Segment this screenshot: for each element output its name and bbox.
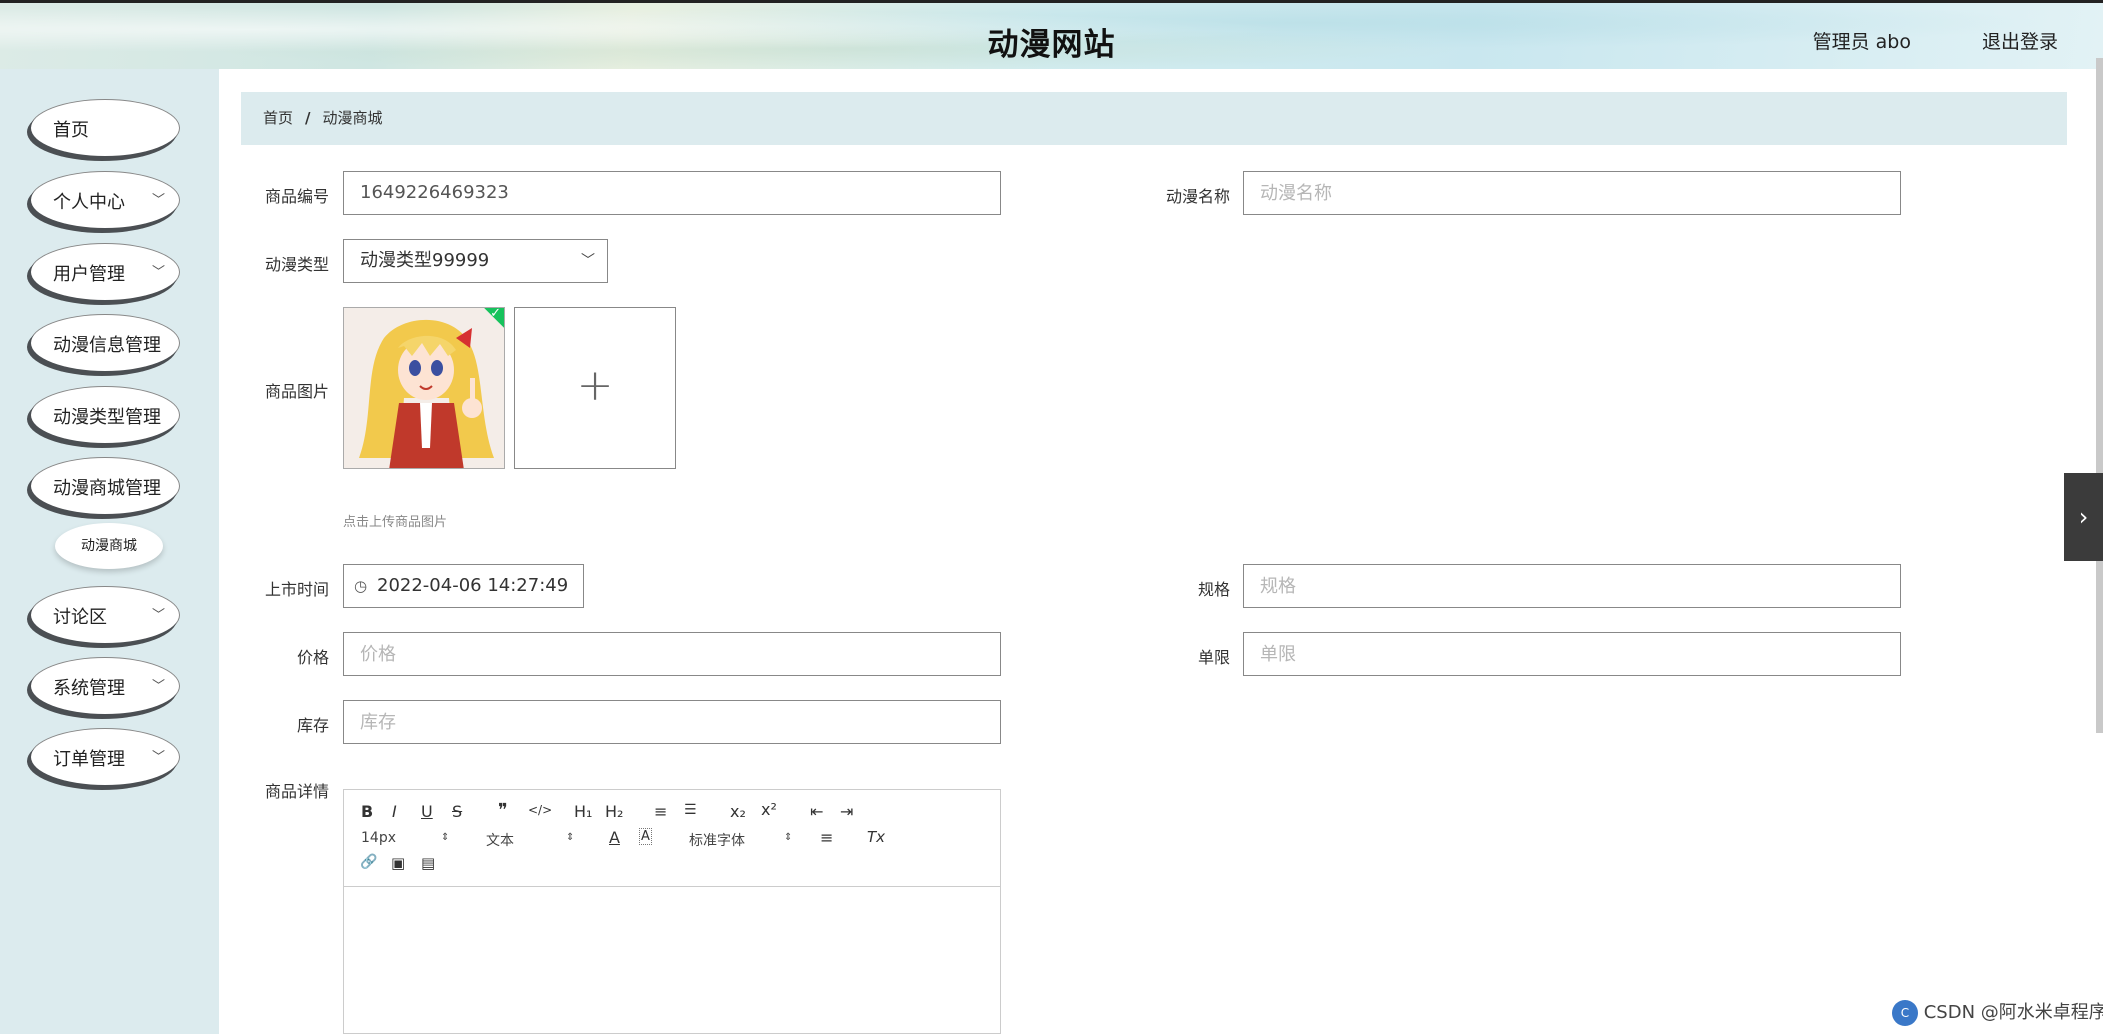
chevron-down-icon: ﹀ [151, 750, 165, 765]
sidebar-item-label: 订单管理 [53, 749, 125, 770]
stock-label: 库存 [296, 716, 329, 735]
updown-icon: ⇕ [784, 832, 793, 843]
anime-name-label: 动漫名称 [1165, 187, 1230, 206]
h1-button[interactable]: H₁ [574, 802, 592, 821]
editor-toolbar: B I U S ❞ </> H₁ H₂ ≡ ☰ x₂ x² ⇤ ⇥ 14px ⇕… [344, 790, 1000, 887]
limit-input[interactable] [1243, 632, 1901, 676]
anime-type-selected: 动漫类型99999 [360, 250, 490, 271]
editor-content-area[interactable] [344, 887, 1000, 1034]
spec-input[interactable] [1243, 564, 1901, 608]
site-title: 动漫网站 [987, 27, 1116, 63]
code-button[interactable]: </> [528, 803, 552, 817]
breadcrumb: 首页 / 动漫商城 [241, 92, 2067, 145]
link-button[interactable]: 🔗 [360, 854, 377, 870]
font-family-value: 标准字体 [689, 833, 745, 849]
sidebar-item-label: 用户管理 [53, 264, 125, 285]
sidebar-subitem-anime-mall[interactable]: 动漫商城 [55, 523, 163, 569]
chevron-down-icon: ﹀ [151, 679, 165, 694]
anime-type-label: 动漫类型 [264, 255, 329, 274]
chevron-down-icon: ﹀ [151, 265, 165, 280]
watermark: C CSDN @阿水米卓程序 [1892, 998, 2103, 1026]
sidebar-item-label: 系统管理 [53, 678, 125, 699]
ordered-list-button[interactable]: ≡ [654, 802, 667, 821]
release-time-value: 2022-04-06 14:27:49 [377, 575, 569, 596]
align-button[interactable]: ≡ [820, 828, 833, 847]
stock-input[interactable] [343, 700, 1001, 744]
sidebar-item-label: 讨论区 [53, 607, 107, 628]
sidebar-item-anime-mall-management[interactable]: 动漫商城管理 [31, 458, 179, 514]
breadcrumb-separator: / [305, 109, 311, 127]
anime-type-select[interactable]: 动漫类型99999 ﹀ [343, 239, 608, 283]
bullet-list-button[interactable]: ☰ [684, 802, 697, 818]
sidebar-item-label: 首页 [53, 120, 89, 141]
sidebar-item-system-management[interactable]: 系统管理 ﹀ [31, 658, 179, 714]
sidebar-item-anime-type-management[interactable]: 动漫类型管理 [31, 387, 179, 443]
release-time-label: 上市时间 [264, 580, 329, 599]
bold-button[interactable]: B [361, 802, 373, 821]
clean-format-button[interactable]: Tx [867, 828, 885, 846]
upload-image-button[interactable]: + [514, 307, 676, 469]
h2-button[interactable]: H₂ [605, 802, 623, 821]
sidebar-item-home[interactable]: 首页 [31, 100, 179, 156]
updown-icon: ⇕ [566, 832, 575, 843]
image-button[interactable]: ▣ [391, 854, 405, 872]
underline-button[interactable]: U [421, 802, 433, 821]
clock-icon: ◷ [354, 577, 368, 595]
sidebar-item-label: 动漫信息管理 [53, 335, 161, 356]
font-size-select[interactable]: 14px ⇕ [361, 830, 451, 846]
price-input[interactable] [343, 632, 1001, 676]
paragraph-select[interactable]: 文本 ⇕ [486, 830, 576, 850]
check-icon: ✓ [490, 307, 501, 321]
chevron-down-icon: ﹀ [151, 608, 165, 623]
sidebar-item-anime-info-management[interactable]: 动漫信息管理 [31, 315, 179, 371]
watermark-text: CSDN @阿水米卓程序 [1923, 1002, 2103, 1023]
chevron-down-icon: ﹀ [581, 253, 595, 269]
scrollbar[interactable] [2096, 58, 2103, 733]
limit-label: 单限 [1197, 648, 1230, 667]
current-user: 管理员 abo [1812, 31, 1911, 53]
detail-label: 商品详情 [264, 782, 329, 801]
spec-label: 规格 [1197, 580, 1230, 599]
price-label: 价格 [296, 648, 329, 667]
sidebar-item-discussion[interactable]: 讨论区 ﹀ [31, 587, 179, 643]
rich-text-editor: B I U S ❞ </> H₁ H₂ ≡ ☰ x₂ x² ⇤ ⇥ 14px ⇕… [343, 789, 1001, 1034]
logout-link[interactable]: 退出登录 [1982, 27, 2058, 54]
outdent-button[interactable]: ⇤ [810, 802, 823, 821]
anime-girl-image [344, 308, 504, 468]
video-button[interactable]: ▤ [421, 854, 435, 872]
csdn-logo-icon: C [1892, 1000, 1918, 1026]
sidebar-item-label: 动漫类型管理 [53, 407, 161, 428]
upload-hint: 点击上传商品图片 [343, 515, 448, 530]
updown-icon: ⇕ [441, 832, 450, 843]
product-image-thumbnail[interactable]: ✓ [343, 307, 505, 469]
sidebar-item-label: 个人中心 [53, 192, 125, 213]
font-color-button[interactable]: A [609, 828, 620, 847]
breadcrumb-current: 动漫商城 [322, 109, 383, 127]
site-header: 动漫网站 管理员 abo 退出登录 [0, 0, 2103, 69]
sidebar-item-order-management[interactable]: 订单管理 ﹀ [31, 729, 179, 785]
font-family-select[interactable]: 标准字体 ⇕ [689, 830, 794, 850]
release-time-picker[interactable]: ◷ 2022-04-06 14:27:49 [343, 564, 584, 608]
indent-button[interactable]: ⇥ [840, 802, 853, 821]
italic-button[interactable]: I [392, 802, 397, 821]
chevron-down-icon: ﹀ [151, 193, 165, 208]
breadcrumb-home[interactable]: 首页 [263, 109, 293, 127]
strike-button[interactable]: S [452, 802, 462, 821]
chevron-right-icon[interactable]: › [2064, 473, 2103, 561]
product-no-label: 商品编号 [264, 187, 329, 206]
quote-button[interactable]: ❞ [498, 800, 508, 821]
sidebar-item-user-management[interactable]: 用户管理 ﹀ [31, 244, 179, 300]
font-size-value: 14px [361, 830, 396, 846]
product-no-field[interactable]: 1649226469323 [343, 171, 1001, 215]
superscript-button[interactable]: x² [761, 800, 777, 819]
paragraph-value: 文本 [486, 833, 514, 849]
sidebar-item-personal-center[interactable]: 个人中心 ﹀ [31, 172, 179, 228]
background-color-button[interactable]: A [639, 828, 652, 845]
anime-name-input[interactable] [1243, 171, 1901, 215]
product-image-label: 商品图片 [264, 382, 329, 401]
sidebar-item-label: 动漫商城管理 [53, 478, 161, 499]
subscript-button[interactable]: x₂ [730, 802, 746, 821]
